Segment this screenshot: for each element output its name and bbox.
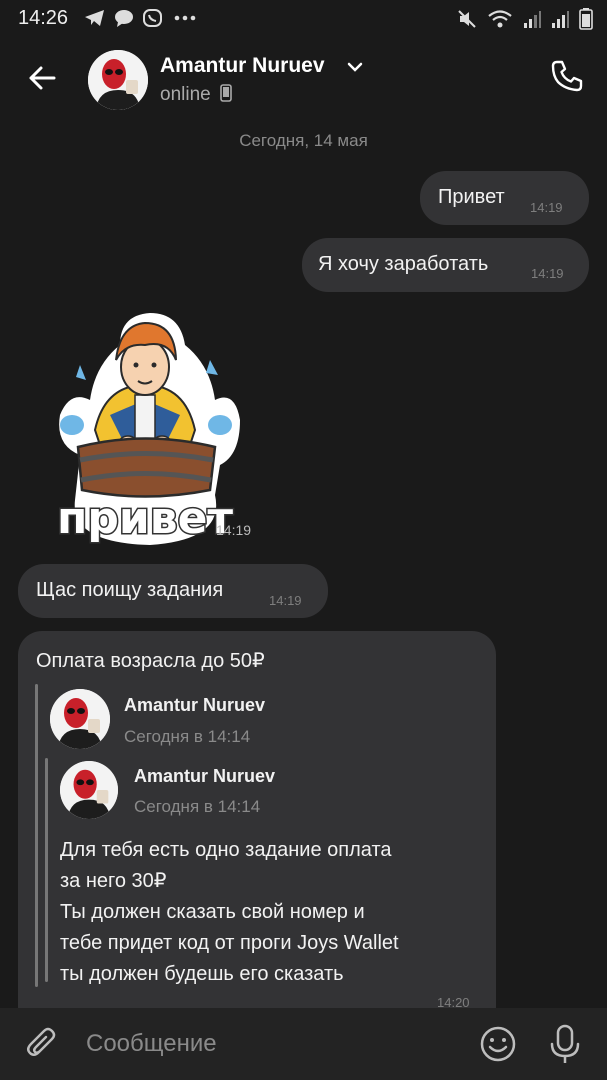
message-text: Щас поищу задания: [36, 579, 224, 601]
message-text: Я хочу заработать: [318, 253, 489, 275]
forwarded-line: ты должен будешь его сказать: [60, 963, 344, 985]
sticker-caption: привет: [57, 493, 233, 544]
message-time: 14:19: [530, 200, 563, 215]
message-time: 14:19: [269, 593, 302, 608]
contact-status-text: online: [160, 84, 211, 105]
message-time: 14:19: [531, 266, 564, 281]
forward-author-avatar[interactable]: [60, 761, 118, 819]
date-divider: Сегодня, 14 мая: [239, 131, 368, 150]
contact-status: online: [160, 84, 232, 106]
message-text: Оплата возрасла до 50₽: [36, 650, 265, 672]
forward-date: Сегодня в 14:14: [124, 727, 251, 746]
forwarded-line: Ты должен сказать свой номер и: [60, 901, 365, 923]
microphone-icon[interactable]: [548, 1022, 582, 1066]
status-time: 14:26: [18, 7, 69, 29]
status-notification-icons: [84, 8, 198, 30]
incoming-message[interactable]: Щас поищу задания 14:19: [18, 564, 328, 618]
status-bar: 14:26: [0, 0, 607, 36]
sticker-time: 14:19: [216, 522, 252, 538]
chevron-down-icon[interactable]: [346, 58, 364, 76]
forwarded-message-text: Для тебя есть одно задание оплата за нег…: [60, 835, 399, 990]
contact-avatar[interactable]: [88, 50, 148, 110]
mobile-device-icon: [220, 84, 232, 102]
forward-date: Сегодня в 14:14: [134, 797, 261, 816]
back-arrow-icon[interactable]: [24, 60, 60, 96]
status-system-icons: [457, 8, 593, 30]
phone-call-icon[interactable]: [549, 58, 585, 94]
chat-header: Amantur Nuruev online: [0, 36, 607, 120]
battery-icon: [579, 8, 593, 30]
forwarded-line: за него 30₽: [60, 870, 167, 892]
forwarded-line: тебе придет код от проги Joys Wallet: [60, 932, 399, 954]
signal-icon-1: [524, 11, 541, 28]
outgoing-message[interactable]: Я хочу заработать 14:19: [302, 238, 589, 292]
forward-bar-outer: [35, 684, 38, 987]
outgoing-message[interactable]: Привет 14:19: [420, 171, 589, 225]
more-icon: [174, 15, 196, 21]
message-input[interactable]: Сообщение: [86, 1030, 217, 1058]
emoji-icon[interactable]: [478, 1024, 518, 1064]
incoming-message-with-forward[interactable]: Оплата возрасла до 50₽ Amantur Nuruev Се…: [18, 631, 496, 1031]
forwarded-line: Для тебя есть одно задание оплата: [60, 839, 392, 861]
wifi-icon: [488, 10, 512, 28]
mute-icon: [458, 10, 476, 28]
paperclip-icon[interactable]: [24, 1026, 60, 1062]
message-text: Привет: [438, 186, 505, 208]
forward-author-name[interactable]: Amantur Nuruev: [124, 695, 265, 716]
forward-bar-inner: [45, 758, 48, 982]
viber-icon: [143, 9, 162, 27]
forward-author-avatar[interactable]: [50, 689, 110, 749]
signal-icon-2: [552, 11, 569, 28]
telegram-icon: [85, 10, 104, 26]
sticker-message[interactable]: привет: [50, 305, 240, 546]
sticker-image: привет: [56, 313, 240, 546]
chat-bubble-icon: [115, 10, 133, 27]
forward-author-name[interactable]: Amantur Nuruev: [134, 766, 275, 787]
message-composer: Сообщение: [0, 1008, 607, 1080]
contact-name[interactable]: Amantur Nuruev: [160, 54, 325, 78]
